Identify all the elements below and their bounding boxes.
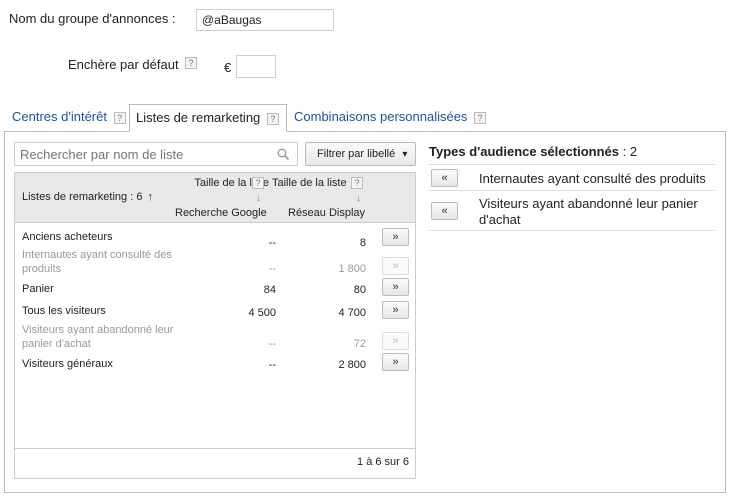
remarketing-lists-table: Listes de remarketing : 6 ↑ Taille de la…	[14, 172, 416, 479]
selected-audience-item: « Visiteurs ayant abandonné leur panier …	[429, 191, 715, 231]
remove-audience-button[interactable]: «	[431, 169, 458, 187]
help-icon[interactable]: ?	[113, 112, 126, 124]
add-list-button[interactable]: »	[382, 228, 409, 246]
display-size: 2 800	[338, 359, 366, 371]
add-list-button: »	[382, 332, 409, 350]
selected-audiences-title: Types d'audience sélectionnés	[429, 144, 619, 159]
default-bid-label: Enchère par défaut	[68, 57, 179, 72]
column-header-display-network: Réseau Display	[288, 207, 366, 219]
list-name: Visiteurs généraux	[22, 358, 113, 370]
add-list-button[interactable]: »	[382, 278, 409, 296]
list-name: Tous les visiteurs	[22, 305, 106, 317]
selected-audiences-heading: Types d'audience sélectionnés : 2	[429, 144, 637, 159]
search-icon[interactable]	[277, 148, 290, 161]
help-icon[interactable]: ?	[351, 177, 363, 189]
table-row: Visiteurs ayant abandonné leur panier d'…	[15, 323, 415, 355]
currency-symbol: €	[224, 60, 232, 75]
pagination-summary: 1 à 6 sur 6	[357, 456, 409, 468]
default-bid-input[interactable]	[236, 55, 276, 78]
list-name: Panier	[22, 283, 54, 295]
column-header-label: Listes de remarketing : 6	[22, 191, 143, 203]
google-size: 4 500	[248, 307, 276, 319]
column-header-google-network: Recherche Google	[175, 207, 267, 219]
table-header: Listes de remarketing : 6 ↑ Taille de la…	[15, 173, 415, 223]
google-size: 84	[263, 284, 276, 296]
display-size: 80	[353, 284, 366, 296]
filter-label: Filtrer par libellé	[317, 148, 396, 160]
column-header-list-name[interactable]: Listes de remarketing : 6 ↑	[22, 191, 153, 203]
table-row: Panier 84 80 »	[15, 278, 415, 303]
tab-label: Listes de remarketing	[136, 110, 261, 125]
table-row: Anciens acheteurs -- 8 »	[15, 228, 415, 250]
selected-audience-item: « Internautes ayant consulté des produit…	[429, 165, 715, 191]
display-size: 72	[353, 338, 366, 350]
sort-down-icon: ↓	[356, 193, 361, 204]
selected-audience-label: Visiteurs ayant abandonné leur panier d'…	[479, 196, 698, 227]
add-list-button[interactable]: »	[382, 301, 409, 319]
tab-remarketing-lists[interactable]: Listes de remarketing ?	[129, 104, 287, 132]
display-size: 1 800	[338, 263, 366, 275]
list-name: Anciens acheteurs	[22, 231, 113, 243]
tab-interests[interactable]: Centres d'intérêt ?	[6, 104, 132, 132]
tab-custom-combinations[interactable]: Combinaisons personnalisées ?	[288, 104, 492, 132]
google-size: --	[268, 338, 276, 350]
help-icon[interactable]: ?	[266, 113, 279, 125]
remove-audience-button[interactable]: «	[431, 202, 458, 220]
sort-down-icon: ↓	[256, 193, 261, 204]
ad-group-name-input[interactable]	[196, 9, 334, 31]
chevron-down-icon: ▾	[402, 149, 408, 160]
table-row: Tous les visiteurs 4 500 4 700 »	[15, 301, 415, 325]
column-header-display-size[interactable]: Taille de la liste	[272, 177, 347, 189]
help-icon[interactable]: ?	[185, 57, 197, 69]
selected-audience-label: Internautes ayant consulté des produits	[479, 171, 706, 186]
table-footer-divider	[15, 448, 415, 449]
help-icon[interactable]: ?	[252, 177, 264, 189]
search-box[interactable]	[14, 142, 298, 166]
google-size: --	[268, 263, 276, 275]
add-list-button[interactable]: »	[382, 353, 409, 371]
table-row: Visiteurs généraux -- 2 800 »	[15, 353, 415, 378]
list-name: Visiteurs ayant abandonné leur panier d'…	[22, 324, 174, 350]
list-name: Internautes ayant consulté des produits	[22, 249, 172, 275]
tab-label: Centres d'intérêt	[12, 109, 107, 124]
selected-audiences-count: : 2	[622, 144, 638, 159]
help-icon[interactable]: ?	[474, 112, 487, 124]
search-input[interactable]	[15, 143, 275, 165]
google-size: --	[268, 359, 276, 371]
table-row: Internautes ayant consulté des produits …	[15, 248, 415, 280]
display-size: 4 700	[338, 307, 366, 319]
tab-label: Combinaisons personnalisées	[294, 109, 468, 124]
ad-group-name-label: Nom du groupe d'annonces :	[9, 11, 176, 26]
sort-up-icon: ↑	[147, 191, 154, 203]
filter-by-label-button[interactable]: Filtrer par libellé ▾	[305, 142, 416, 166]
add-list-button: »	[382, 257, 409, 275]
